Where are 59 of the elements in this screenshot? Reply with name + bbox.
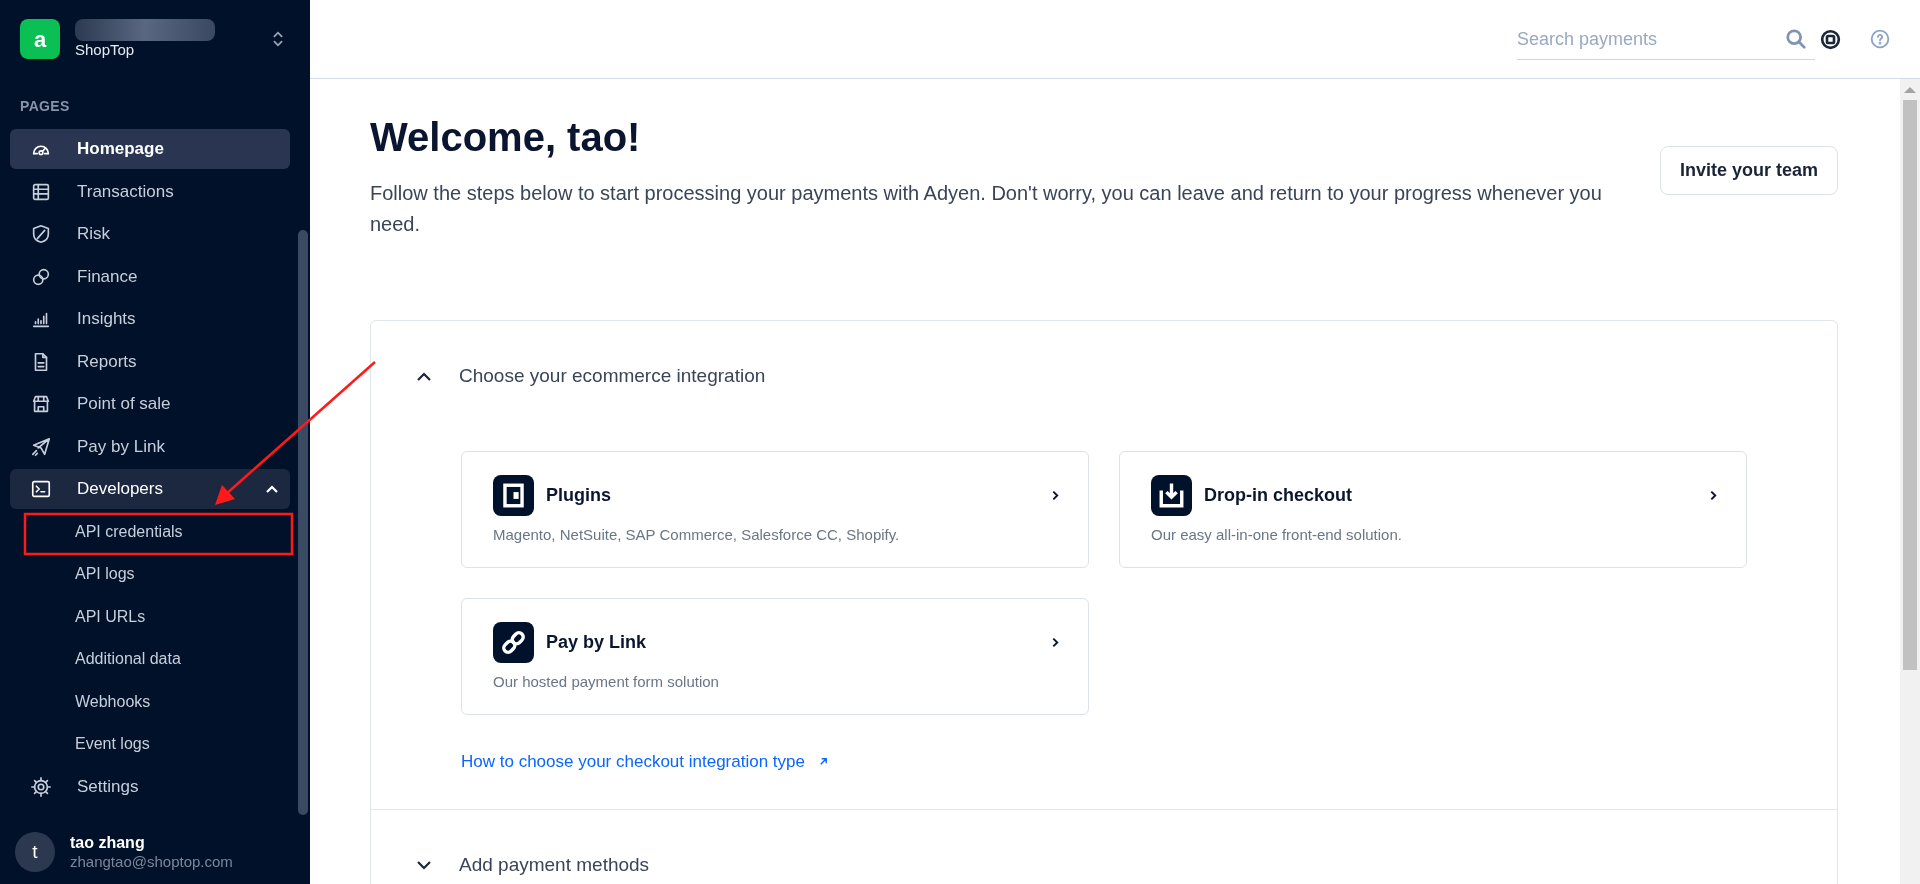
card-title: Pay by Link — [546, 631, 648, 654]
account-name: ShopTop — [75, 40, 136, 60]
chevron-icon — [417, 371, 431, 381]
download-icon — [1151, 475, 1192, 516]
search-field[interactable]: Search payments — [1517, 20, 1815, 60]
account-logo: a — [20, 19, 60, 59]
chevron-right-icon — [1052, 637, 1059, 648]
card-title: Plugins — [546, 484, 612, 507]
external-link-icon — [819, 757, 828, 767]
user-email: zhangtao@shoptop.com — [70, 852, 233, 872]
help-link[interactable]: How to choose your checkout integration type — [461, 749, 805, 775]
card-title: Drop-in checkout — [1204, 484, 1353, 507]
integration-card[interactable]: Drop-in checkout Our easy all-in-one front-end solution. — [1119, 451, 1747, 568]
avatar: t — [15, 832, 55, 872]
nav-item[interactable]: Settings — [10, 766, 290, 807]
nav-item[interactable]: Developers — [10, 469, 290, 509]
nav-subitem[interactable]: API credentials — [10, 511, 290, 552]
integration-card[interactable]: Pay by Link Our hosted payment form solution — [461, 598, 1089, 715]
scrollbar[interactable] — [1900, 79, 1920, 884]
nav-item[interactable]: Insights — [10, 299, 290, 339]
help-icon[interactable] — [1870, 29, 1890, 49]
scrollbar[interactable] — [298, 230, 308, 815]
nav-subitem[interactable]: API logs — [10, 554, 290, 594]
link-icon — [493, 622, 534, 663]
nav-item[interactable]: Finance — [10, 256, 290, 297]
nav-subitem[interactable]: Additional data — [10, 639, 290, 679]
page-title: Welcome, tao! — [370, 114, 642, 161]
nav-item[interactable]: Pay by Link — [10, 426, 290, 467]
gear-icon — [30, 775, 52, 798]
chevron-icon — [417, 861, 431, 870]
accordion-header[interactable]: Choose your ecommerce integration — [371, 321, 1837, 431]
paper-plane-icon — [30, 435, 52, 458]
chevron-icon — [266, 485, 278, 493]
accordion-header[interactable]: Add payment methods — [371, 809, 1837, 884]
nav-item[interactable]: Risk — [10, 214, 290, 254]
card-description: Our easy all-in-one front-end solution. — [1151, 525, 1403, 545]
nav-item[interactable]: Homepage — [10, 129, 290, 169]
card-description: Magento, NetSuite, SAP Commerce, Salesforce CC, Shopify. — [493, 525, 901, 545]
nav-subitem[interactable]: API URLs — [10, 596, 290, 637]
account-switcher-icon[interactable] — [272, 30, 284, 48]
chevron-right-icon — [1710, 490, 1717, 501]
invite-button[interactable]: Invite your team — [1659, 146, 1838, 195]
section-label: PAGES — [19, 97, 71, 116]
nav-item[interactable]: Transactions — [10, 171, 290, 212]
chevron-right-icon — [1052, 490, 1059, 501]
store-icon — [30, 393, 52, 415]
user-name: tao zhang — [70, 832, 146, 853]
lifebuoy-icon[interactable] — [1820, 28, 1841, 50]
nav-item[interactable]: Reports — [10, 341, 290, 382]
shield-icon — [30, 223, 52, 245]
search-icon[interactable] — [1785, 28, 1807, 50]
nav-subitem[interactable]: Webhooks — [10, 681, 290, 722]
plugin-icon — [493, 475, 534, 516]
nav-subitem[interactable]: Event logs — [10, 724, 290, 764]
terminal-icon — [30, 478, 52, 500]
integration-card[interactable]: Plugins Magento, NetSuite, SAP Commerce, Salesforce CC, Shopify. — [461, 451, 1089, 568]
intro-text: Follow the steps below to start processing your payments with Adyen. Don't worry, you can leave and return to your progress whenever you need. — [370, 181, 1603, 237]
card-description: Our hosted payment form solution — [493, 672, 720, 692]
nav-item[interactable]: Point of sale — [10, 384, 290, 424]
